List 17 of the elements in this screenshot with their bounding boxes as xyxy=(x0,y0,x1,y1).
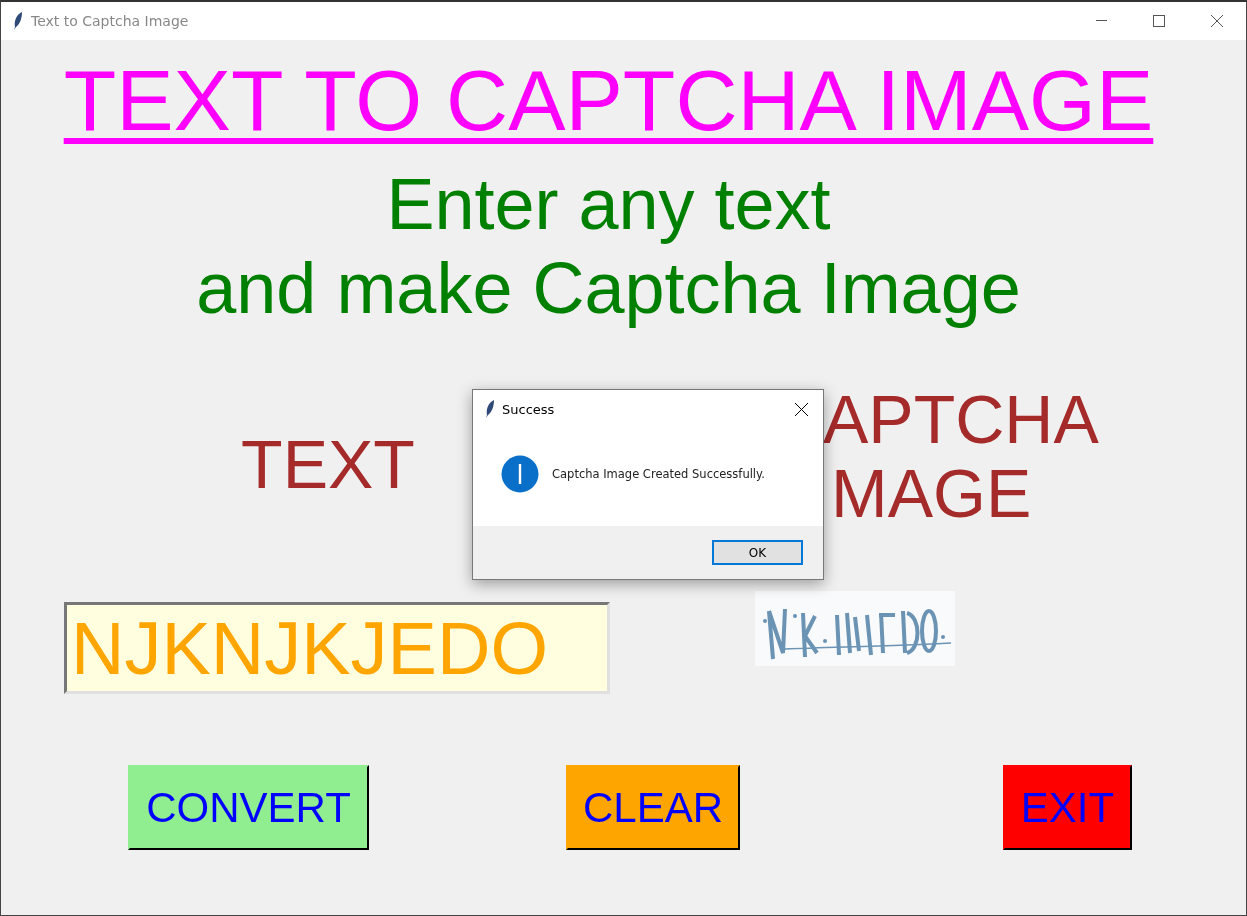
heading: TEXT TO CAPTCHA IMAGE xyxy=(63,54,1154,146)
close-icon[interactable] xyxy=(795,402,808,416)
dialog-message: Captcha Image Created Successfully. xyxy=(552,467,765,481)
info-icon xyxy=(501,455,539,493)
close-icon[interactable] xyxy=(1211,15,1223,27)
feather-icon xyxy=(13,12,23,30)
feather-icon xyxy=(485,400,495,418)
dialog-title: Success xyxy=(502,401,556,417)
subtitle: Enter any text and make Captcha Image xyxy=(196,163,1021,330)
maximize-icon[interactable] xyxy=(1153,15,1165,27)
action-button[interactable]: CLEAR xyxy=(566,765,740,850)
text-label: TEXT xyxy=(240,426,416,502)
minimize-icon[interactable] xyxy=(1095,20,1107,22)
ok-button[interactable]: OK xyxy=(712,540,803,565)
captcha-label: APTCHA MAGE xyxy=(823,382,1099,530)
action-button[interactable]: CONVERT xyxy=(128,765,369,850)
window-title: Text to Captcha Image xyxy=(31,13,190,29)
